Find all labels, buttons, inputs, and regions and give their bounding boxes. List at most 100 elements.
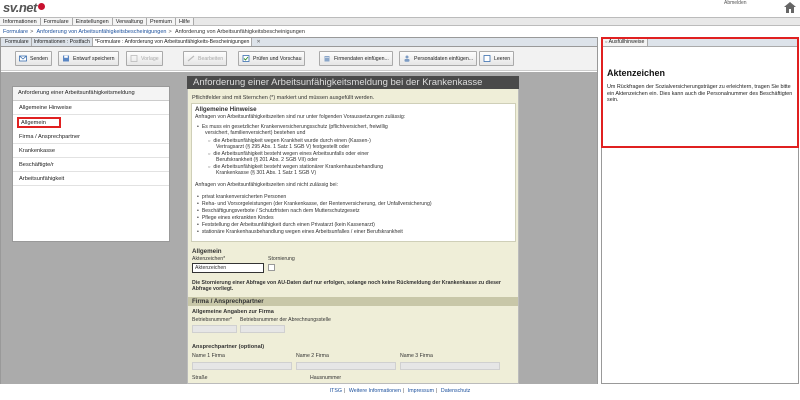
aktenzeichen-label: Aktenzeichen* — [192, 256, 226, 262]
close-icon[interactable]: ✕ — [256, 39, 260, 45]
allgemein-title: Allgemein — [192, 248, 222, 255]
breadcrumb-separator: > — [168, 29, 172, 35]
person-icon — [404, 55, 410, 62]
insert-company-button[interactable]: Firmendaten einfügen... — [319, 51, 393, 66]
check-preview-button[interactable]: Prüfen und Vorschau — [238, 51, 306, 66]
footer-link-info[interactable]: Weitere Informationen — [349, 388, 401, 394]
edit-label: Bearbeiten — [198, 55, 224, 62]
tab-formulare[interactable]: Formulare — [3, 38, 32, 46]
hint-bullet: Reha- und Vorsorgeleistungen (der Kranke… — [197, 201, 432, 207]
save-draft-button[interactable]: Entwurf speichern — [58, 51, 119, 66]
nav-item-firma[interactable]: Firma / Ansprechpartner — [13, 130, 169, 144]
hint-bullet: Beschäftigungsverbote / Schutzfristen na… — [197, 208, 360, 214]
main-menu: Informationen Formulare Einstellungen Ve… — [0, 17, 800, 26]
clear-button[interactable]: Leeren — [479, 51, 515, 66]
footer-link-datenschutz[interactable]: Datenschutz — [441, 388, 470, 394]
template-icon — [130, 55, 138, 62]
footer-separator: | — [436, 388, 438, 394]
storno-checkbox[interactable] — [268, 264, 275, 271]
name1-label: Name 1 Firma — [192, 353, 225, 359]
menu-einstellungen[interactable]: Einstellungen — [72, 18, 113, 25]
insert-person-button[interactable]: Personaldaten einfügen... — [399, 51, 478, 66]
template-label: Vorlage — [141, 55, 159, 62]
menu-hilfe[interactable]: Hilfe — [175, 18, 194, 25]
footer-link-itsg[interactable]: ITSG — [330, 388, 342, 394]
logout-link[interactable]: Abmelden — [724, 0, 747, 6]
firma-section-bar: Firma / Ansprechpartner — [188, 297, 518, 306]
nav-item-beschaeftigte[interactable]: Beschäftigte/r — [13, 158, 169, 172]
menu-verwaltung[interactable]: Verwaltung — [112, 18, 147, 25]
footer-link-impressum[interactable]: Impressum — [408, 388, 434, 394]
logo-badge-icon — [38, 3, 45, 10]
name2-label: Name 2 Firma — [296, 353, 329, 359]
menu-informationen[interactable]: Informationen — [0, 18, 41, 25]
breadcrumb-separator: > — [30, 29, 34, 35]
name1-input[interactable] — [192, 362, 292, 370]
editor-toolbar: Senden Entwurf speichern Vorlage Bearbei… — [1, 47, 597, 71]
template-button[interactable]: Vorlage — [126, 51, 163, 66]
tab-anforderung[interactable]: *Formulare : Anforderung von Arbeitsunfä… — [92, 38, 253, 46]
hint-bullet: stationäre Krankenhausbehandlung wegen e… — [197, 229, 403, 235]
footer-separator: | — [402, 388, 405, 394]
send-label: Senden — [30, 55, 48, 62]
storno-label: Stornierung — [268, 256, 295, 262]
firma-sub1: Allgemeine Angaben zur Firma — [192, 309, 274, 315]
hints-intro: Anfragen von Arbeitsunfähigkeitszeiten s… — [195, 114, 406, 120]
hint-sub-cont: Krankenkasse (§ 301 Abs. 1 Satz 1 SGB V) — [216, 170, 317, 176]
hint-bullet: Feststellung der Arbeitsunfähigkeit durc… — [197, 222, 375, 228]
editor-tabbar: Formulare Informationen : Postfach *Form… — [1, 38, 597, 47]
tab-postfach[interactable]: Informationen : Postfach — [32, 38, 93, 46]
nav-title: Anforderung einer Arbeitsunfähigkeitsmel… — [13, 87, 169, 101]
aktenzeichen-value: Aktenzeichen — [195, 265, 227, 271]
home-icon[interactable] — [783, 1, 797, 14]
form-section-nav: Anforderung einer Arbeitsunfähigkeitsmel… — [12, 86, 170, 242]
save-icon — [63, 55, 69, 62]
nav-item-krankenkasse[interactable]: Krankenkasse — [13, 144, 169, 158]
required-note: Pflichtfelder sind mit Sternchen (*) mar… — [192, 95, 375, 101]
menu-premium[interactable]: Premium — [146, 18, 176, 25]
nav-item-arbeitsunfaehigkeit[interactable]: Arbeitsunfähigkeit — [13, 172, 169, 186]
hints-intro2: Anfragen von Arbeitsunfähigkeitszeiten s… — [195, 182, 339, 188]
hint-bullet: Pflege eines erkrankten Kindes — [197, 215, 274, 221]
hint-sub-cont: Vertragsarzt (§ 295 Abs. 1 Satz 1 SGB V)… — [216, 144, 350, 150]
aktenzeichen-input[interactable]: Aktenzeichen — [192, 263, 264, 273]
betriebsnummer-abr-input[interactable] — [240, 325, 285, 333]
betriebsnummer-input[interactable] — [192, 325, 237, 333]
insert-company-label: Firmendaten einfügen... — [334, 55, 389, 62]
hausnummer-label: Hausnummer — [310, 375, 342, 381]
form-headline: Anforderung einer Arbeitsunfähigkeitsmel… — [187, 76, 519, 89]
nav-item-allgemein[interactable]: Allgemein — [17, 117, 61, 128]
breadcrumb-formulare[interactable]: Formulare — [3, 29, 28, 35]
firma-sub2: Ansprechpartner (optional) — [192, 344, 265, 350]
clear-label: Leeren — [494, 55, 511, 62]
name3-input[interactable] — [400, 362, 500, 370]
betriebsnummer-abr-label: Betriebsnummer der Abrechnungsstelle — [240, 317, 331, 323]
breadcrumb-anforderung[interactable]: Anforderung von Arbeitsunfähigkeitsbesch… — [37, 29, 167, 35]
hints-title: Allgemeine Hinweise — [195, 106, 257, 113]
nav-item-allgemeine-hinweise[interactable]: Allgemeine Hinweise — [13, 101, 169, 115]
footer: ITSG | Weitere Informationen | Impressum | … — [0, 384, 800, 400]
building-icon — [324, 56, 330, 62]
preview-icon — [242, 55, 250, 62]
check-preview-label: Prüfen und Vorschau — [253, 55, 302, 62]
svnet-logo: sv.net — [3, 0, 37, 15]
save-draft-label: Entwurf speichern — [73, 55, 115, 62]
hint-sub-cont: Berufskrankheit (§ 201 Abs. 2 SGB VII) o… — [216, 157, 318, 163]
hint-text: Um Rückfragen der Sozialversicherungsträ… — [607, 84, 793, 104]
hint-bullet-cont: versichert, familienversichert) bestehen… — [205, 130, 306, 136]
insert-person-label: Personaldaten einfügen... — [414, 55, 474, 62]
name3-label: Name 3 Firma — [400, 353, 433, 359]
breadcrumb-current: Anforderung von Arbeitsunfähigkeitsbesch… — [174, 29, 305, 35]
name2-input[interactable] — [296, 362, 396, 370]
envelope-icon — [19, 55, 27, 62]
clear-icon — [483, 55, 491, 62]
hint-bullet: privat krankenversicherten Personen — [197, 194, 286, 200]
breadcrumb: Formulare > Anforderung von Arbeitsunfähi… — [3, 29, 305, 35]
edit-button[interactable]: Bearbeiten — [183, 51, 228, 66]
hint-title: Aktenzeichen — [607, 68, 666, 78]
pencil-icon — [187, 55, 195, 62]
storno-note: Die Stornierung einer Abfrage von AU-Dat… — [192, 280, 501, 293]
footer-separator: | — [344, 388, 346, 394]
send-button[interactable]: Senden — [15, 51, 52, 66]
menu-formulare[interactable]: Formulare — [40, 18, 73, 25]
